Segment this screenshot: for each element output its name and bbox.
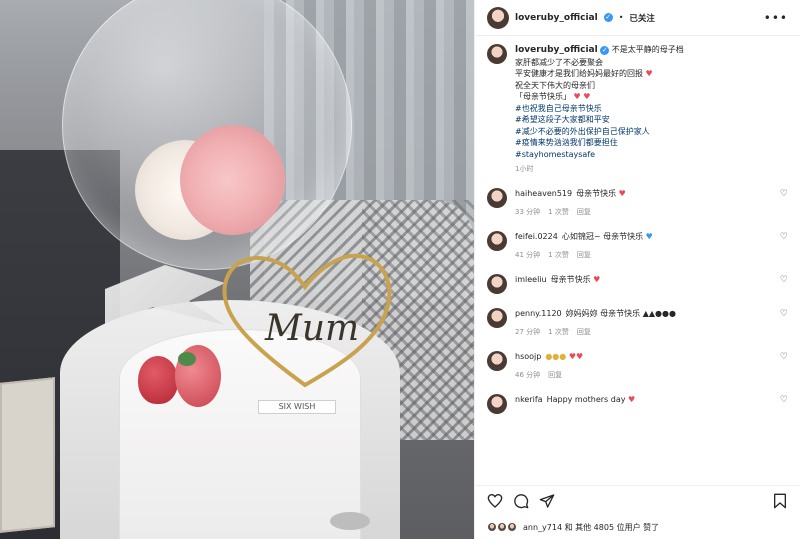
- liker-avatar: [497, 522, 507, 532]
- heart-emoji: ♥: [645, 69, 653, 78]
- commenter-avatar[interactable]: [487, 231, 507, 251]
- comment-likes[interactable]: 1 次赞: [548, 327, 569, 337]
- action-bar: [475, 485, 800, 515]
- bookmark-icon[interactable]: [772, 493, 788, 509]
- pink-carnation: [180, 125, 285, 235]
- comment-meta: 33 分钟 1 次赞 回复: [515, 207, 626, 217]
- share-icon[interactable]: [539, 493, 555, 509]
- commenter-avatar[interactable]: [487, 188, 507, 208]
- comment-likes[interactable]: 1 次赞: [548, 250, 569, 260]
- heart-emoji: ♥: [593, 275, 601, 284]
- hashtag-line[interactable]: #疫情来势汹汹我们都要担住: [515, 137, 684, 149]
- mint-leaf: [178, 352, 196, 366]
- comment-text: feifei.0224 心如锦冠~ 母亲节快乐 ♥: [515, 232, 653, 241]
- commenter-username[interactable]: imleeliu: [515, 275, 547, 284]
- comment-meta: 27 分钟 1 次赞 回复: [515, 327, 676, 337]
- more-icon[interactable]: •••: [764, 11, 788, 25]
- post-header: loveruby_official ✓ • 已关注 •••: [475, 0, 800, 36]
- comment-item: haiheaven519 母亲节快乐 ♥ 33 分钟 1 次赞 回复 ♡: [487, 188, 788, 217]
- heart-emoji: ♥ ♥: [573, 92, 591, 101]
- comment-text: nkerifa Happy mothers day ♥: [515, 395, 636, 404]
- strawberry: [138, 356, 178, 404]
- comment-icon[interactable]: [513, 493, 529, 509]
- hashtag-line[interactable]: #希望这段子大家都和平安: [515, 114, 684, 126]
- comment-likes[interactable]: 1 次赞: [548, 207, 569, 217]
- reply-button[interactable]: 回复: [577, 327, 591, 337]
- commenter-avatar[interactable]: [487, 308, 507, 328]
- heart-icon[interactable]: [487, 493, 503, 509]
- likes-summary[interactable]: ann_y714 和 其他 4805 位用户 赞了: [475, 515, 800, 539]
- coaster: [330, 512, 370, 530]
- comment-time: 41 分钟: [515, 251, 541, 259]
- reply-button[interactable]: 回复: [577, 207, 591, 217]
- heart-emoji: ♥: [618, 189, 626, 198]
- comment-item: penny.1120 妳妈妈妳 母亲节快乐 ▲▲●●● 27 分钟 1 次赞 回复…: [487, 308, 788, 337]
- comment-text: haiheaven519 母亲节快乐 ♥: [515, 189, 626, 198]
- heart-icon[interactable]: ♡: [780, 233, 788, 242]
- heart-emoji: ♥: [645, 232, 653, 241]
- follow-status-button[interactable]: 已关注: [629, 12, 655, 24]
- commenter-username[interactable]: haiheaven519: [515, 189, 572, 198]
- comment-text: imleeliu 母亲节快乐 ♥: [515, 275, 601, 284]
- liker-avatar: [507, 522, 517, 532]
- commenter-username[interactable]: penny.1120: [515, 309, 562, 318]
- comment-time: 27 分钟: [515, 328, 541, 336]
- heart-icon[interactable]: ♡: [780, 190, 788, 199]
- liker-avatar: [487, 522, 497, 532]
- hashtag-line[interactable]: #也祝我自己母亲节快乐: [515, 103, 684, 115]
- post-panel: loveruby_official ✓ • 已关注 ••• loveruby_o…: [474, 0, 800, 539]
- comment-item: imleeliu 母亲节快乐 ♥ ♡: [487, 274, 788, 294]
- commenter-username[interactable]: nkerifa: [515, 395, 543, 404]
- topper-text: Mum: [264, 308, 359, 349]
- comment-item: nkerifa Happy mothers day ♥ ♡: [487, 394, 788, 414]
- separator-dot: •: [618, 13, 624, 22]
- caption-line-0: loveruby_official ✓ 不是太平静的母子档: [515, 45, 684, 55]
- verified-icon: ✓: [603, 13, 613, 22]
- comment-text: penny.1120 妳妈妈妳 母亲节快乐 ▲▲●●●: [515, 309, 676, 318]
- emoji-row: ▲▲●●●: [642, 309, 676, 318]
- comments-area: loveruby_official ✓ 不是太平静的母子档 家肝都减少了不必要聚…: [475, 36, 800, 485]
- instagram-post: Mum SIX WISH loveruby_official ✓ • 已关注 •…: [0, 0, 800, 539]
- hashtag-line[interactable]: #stayhomestaysafe: [515, 149, 684, 161]
- comment-item: feifei.0224 心如锦冠~ 母亲节快乐 ♥ 41 分钟 1 次赞 回复 ♡: [487, 231, 788, 260]
- comment-text: hsoojp ●●● ♥♥: [515, 351, 583, 362]
- heart-icon[interactable]: ♡: [780, 353, 788, 362]
- commenter-username[interactable]: feifei.0224: [515, 232, 558, 241]
- caption-username[interactable]: loveruby_official: [515, 45, 598, 55]
- caption-line-4: 「母亲节快乐」 ♥ ♥: [515, 92, 591, 101]
- reply-button[interactable]: 回复: [577, 250, 591, 260]
- menu-card: [0, 377, 55, 533]
- reply-button[interactable]: 回复: [548, 370, 562, 380]
- commenter-avatar[interactable]: [487, 351, 507, 371]
- comment-meta: 46 分钟 回复: [515, 370, 583, 380]
- caption-avatar[interactable]: [487, 44, 507, 64]
- comment-item: hsoojp ●●● ♥♥ 46 分钟 回复 ♡: [487, 351, 788, 380]
- emoji-row: ●●●: [545, 352, 567, 361]
- caption-line-3: 祝全天下伟大的母亲们: [515, 80, 595, 90]
- comment-meta: 41 分钟 1 次赞 回复: [515, 250, 653, 260]
- author-username[interactable]: loveruby_official: [515, 13, 598, 23]
- verified-icon: ✓: [600, 46, 610, 55]
- heart-emoji: ♥: [628, 395, 636, 404]
- cake-label: SIX WISH: [258, 400, 336, 414]
- caption-line-1: 家肝都减少了不必要聚会: [515, 57, 603, 67]
- caption-timestamp: 1小时: [515, 165, 534, 173]
- author-avatar[interactable]: [487, 6, 509, 29]
- commenter-avatar[interactable]: [487, 274, 507, 294]
- caption-line-2: 平安健康才是我们给妈妈最好的回报 ♥: [515, 69, 653, 78]
- heart-icon[interactable]: ♡: [780, 310, 788, 319]
- caption: loveruby_official ✓ 不是太平静的母子档 家肝都减少了不必要聚…: [487, 44, 788, 174]
- comment-time: 33 分钟: [515, 208, 541, 216]
- heart-icon[interactable]: ♡: [780, 276, 788, 285]
- post-photo[interactable]: Mum SIX WISH: [0, 0, 474, 539]
- commenter-username[interactable]: hsoojp: [515, 352, 541, 361]
- comment-time: 46 分钟: [515, 371, 541, 379]
- heart-icon[interactable]: ♡: [780, 396, 788, 405]
- mum-heart-topper: Mum: [222, 253, 392, 388]
- heart-emoji: ♥♥: [568, 352, 584, 361]
- caption-text: loveruby_official ✓ 不是太平静的母子档 家肝都减少了不必要聚…: [515, 44, 684, 160]
- likes-text: ann_y714 和 其他 4805 位用户 赞了: [523, 522, 660, 532]
- hashtag-line[interactable]: #减少不必要的外出保护自己保护家人: [515, 126, 684, 138]
- commenter-avatar[interactable]: [487, 394, 507, 414]
